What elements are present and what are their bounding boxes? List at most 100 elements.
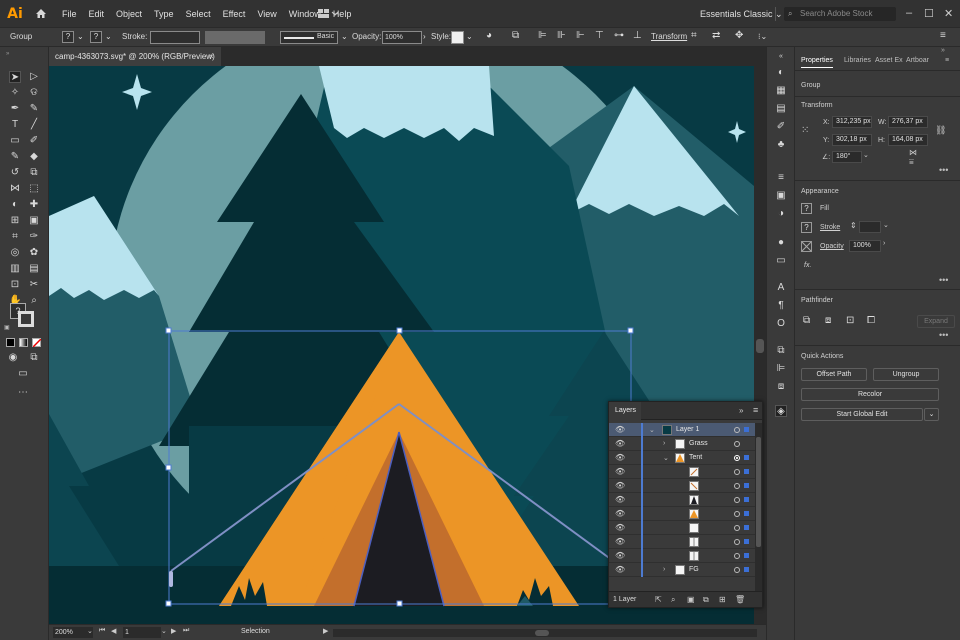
layer-row-path[interactable]: 👁 [609, 465, 755, 479]
layer-row-path[interactable]: 👁 [609, 479, 755, 493]
new-layer-icon[interactable]: ⊞ [719, 595, 726, 604]
layer-row-path[interactable]: 👁 [609, 535, 755, 549]
visibility-eye-icon[interactable]: 👁 [615, 565, 625, 574]
recolor-artwork-icon[interactable]: ◕ [486, 30, 492, 41]
mesh-tool-icon[interactable]: ⌗ [9, 231, 21, 243]
target-circle-icon[interactable] [734, 553, 740, 559]
tab-artboards[interactable]: Artboar [906, 57, 929, 64]
perspective-grid-tool-icon[interactable]: ⊞ [9, 215, 21, 227]
target-circle-icon[interactable] [734, 427, 740, 433]
layers-panel-icon[interactable]: ◈ [775, 405, 787, 417]
bar-graph-tool-icon[interactable]: ▤ [28, 263, 40, 275]
more-pathfinder-options-icon[interactable]: ••• [939, 330, 948, 340]
layer-row-path[interactable]: 👁 [609, 507, 755, 521]
visibility-eye-icon[interactable]: 👁 [615, 537, 625, 546]
vertical-scroll-thumb[interactable] [756, 339, 764, 353]
symbols-panel-icon[interactable]: ♣ [775, 139, 787, 151]
reference-point-icon[interactable]: ⁙ [801, 125, 813, 137]
stroke-dropdown-icon[interactable]: ⌄ [105, 32, 112, 41]
variable-width-profile[interactable] [205, 31, 265, 44]
target-circle-icon[interactable] [734, 483, 740, 489]
menu-select[interactable]: Select [180, 9, 217, 19]
reflect-icon[interactable]: ⇄ [712, 30, 720, 41]
export-assets-icon[interactable]: ⇱ [655, 595, 662, 604]
layers-scrollbar[interactable] [755, 423, 762, 591]
visibility-eye-icon[interactable]: 👁 [615, 425, 625, 434]
visibility-eye-icon[interactable]: 👁 [615, 439, 625, 448]
color-panel-icon[interactable]: ◐ [775, 67, 787, 79]
scale-tool-icon[interactable]: ⧉ [28, 167, 40, 179]
search-stock-input[interactable]: ⌕ Search Adobe Stock [784, 7, 896, 21]
tab-libraries[interactable]: Libraries [844, 57, 871, 64]
pen-tool-icon[interactable]: ✒ [9, 103, 21, 115]
workspace-switcher[interactable]: Essentials Classic ⌄ [700, 9, 783, 20]
constrain-proportions-icon[interactable]: ⛓ [935, 125, 946, 136]
layer-row-tent[interactable]: 👁 ⌄ Tent [609, 451, 755, 465]
arrange-documents-icon[interactable] [318, 9, 339, 20]
next-artboard-icon[interactable]: ▶ [171, 627, 176, 635]
layers-scroll-thumb[interactable] [756, 437, 761, 547]
close-tab-icon[interactable]: × [209, 47, 214, 66]
direct-selection-tool-icon[interactable]: ▷ [28, 71, 40, 83]
fill-question-icon[interactable]: ? [801, 203, 812, 214]
first-artboard-icon[interactable]: ⏮ [99, 627, 105, 635]
stroke-question-icon[interactable]: ? [90, 31, 102, 43]
shaper-tool-icon[interactable]: ✎ [9, 151, 21, 163]
swatches-panel-icon[interactable]: ▤ [775, 103, 787, 115]
stroke-link[interactable]: Stroke [820, 224, 840, 231]
free-transform-tool-icon[interactable]: ⬚ [28, 183, 40, 195]
align-left-icon[interactable]: ⊫ [538, 30, 547, 41]
minus-front-icon[interactable]: ⧈ [825, 315, 831, 326]
collapse-panels-icon[interactable]: « [775, 51, 787, 63]
color-mode-icon[interactable] [6, 338, 15, 347]
width-tool-icon[interactable]: ⋈ [9, 183, 21, 195]
opacity-dropdown-icon[interactable]: › [883, 240, 885, 247]
stroke-swatch[interactable] [18, 311, 34, 327]
style-dropdown-icon[interactable]: ⌄ [466, 32, 473, 41]
angle-field[interactable]: 180° [832, 151, 862, 163]
layer-row-layer-1[interactable]: 👁 ⌄ Layer 1 [609, 423, 755, 437]
brush-definition[interactable]: Basic [280, 31, 338, 44]
shape-builder-tool-icon[interactable]: ◐ [9, 199, 21, 211]
width-field[interactable]: 276,37 px [888, 116, 928, 128]
unite-icon[interactable]: ⧉ [803, 315, 810, 326]
opacity-link[interactable]: Opacity [820, 243, 844, 250]
stroke-weight-dropdown-icon[interactable]: ⌄ [883, 221, 889, 229]
layer-row-grass[interactable]: 👁 › Grass [609, 437, 755, 451]
menu-type[interactable]: Type [148, 9, 180, 19]
menu-object[interactable]: Object [110, 9, 148, 19]
draw-normal-icon[interactable]: ◉ [7, 352, 19, 364]
visibility-eye-icon[interactable]: 👁 [615, 467, 625, 476]
exclude-icon[interactable]: ⧠ [867, 315, 875, 326]
stroke-stepper-icon[interactable]: ⇕ [850, 221, 857, 230]
eraser-tool-icon[interactable]: ◆ [28, 151, 40, 163]
layer-row-path[interactable]: 👁 [609, 493, 755, 507]
align-hcenter-icon[interactable]: ⊪ [557, 30, 566, 41]
artboard-number-field[interactable]: 1 [123, 627, 161, 638]
previous-artboard-icon[interactable]: ◀ [111, 627, 116, 635]
offset-path-button[interactable]: Offset Path [801, 368, 867, 381]
default-colors-icon[interactable]: ▣ [4, 324, 10, 331]
magic-wand-tool-icon[interactable]: ✧ [9, 87, 21, 99]
stroke-weight-field[interactable] [150, 31, 200, 44]
target-circle-icon[interactable] [734, 511, 740, 517]
align-to-icon[interactable]: ⧉ [512, 30, 519, 41]
fill-question-icon[interactable]: ? [62, 31, 74, 43]
menu-effect[interactable]: Effect [217, 9, 252, 19]
live-paint-tool-icon[interactable]: ✚ [28, 199, 40, 211]
opacity-dropdown-icon[interactable]: › [423, 32, 426, 41]
curvature-tool-icon[interactable]: ✎ [28, 103, 40, 115]
target-circle-icon[interactable] [734, 441, 740, 447]
more-options-icon[interactable]: ⁝⌄ [758, 32, 767, 41]
expand-button[interactable]: Expand [917, 315, 955, 328]
color-guide-icon[interactable]: ▦ [775, 85, 787, 97]
zoom-dropdown-icon[interactable]: ⌄ [87, 627, 93, 635]
home-icon[interactable] [30, 8, 52, 19]
menu-file[interactable]: File [56, 9, 83, 19]
ungroup-button[interactable]: Ungroup [873, 368, 939, 381]
opacity-field[interactable]: 100% [849, 240, 881, 252]
opacity-field[interactable]: 100% [382, 31, 422, 44]
target-circle-icon[interactable] [734, 567, 740, 573]
target-circle-icon[interactable] [734, 497, 740, 503]
x-field[interactable]: 312,235 px [832, 116, 872, 128]
